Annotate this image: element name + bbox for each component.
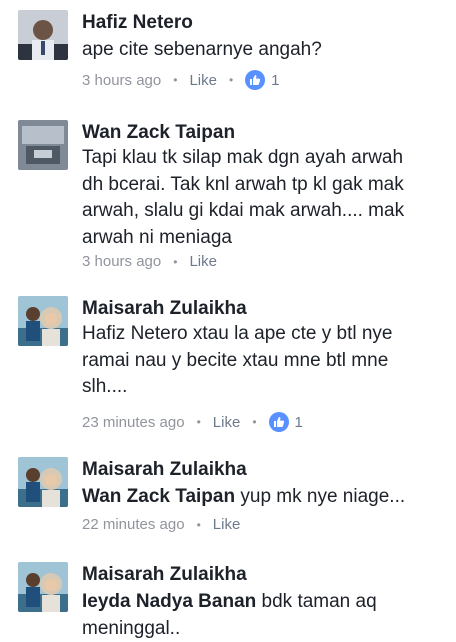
- comment-meta: 23 minutes ago • Like • 1: [82, 412, 303, 432]
- like-button[interactable]: Like: [213, 414, 241, 431]
- avatar[interactable]: [18, 120, 68, 170]
- comment-author[interactable]: Maisarah Zulaikha: [82, 564, 247, 586]
- comment-author[interactable]: Maisarah Zulaikha: [82, 298, 247, 320]
- comment-text: Tapi klau tk silap mak dgn ayah arwah dh…: [82, 145, 442, 251]
- separator-dot: •: [252, 415, 256, 429]
- comment-text-line: ramai nau y becite xtau mne btl mne: [82, 348, 442, 375]
- comment-text: Hafiz Netero xtau la ape cte y btl nye r…: [82, 321, 442, 401]
- like-count[interactable]: 1: [271, 72, 279, 89]
- avatar[interactable]: [18, 296, 68, 346]
- mention-link[interactable]: Wan Zack Taipan: [82, 486, 235, 507]
- separator-dot: •: [197, 415, 201, 429]
- avatar[interactable]: [18, 10, 68, 60]
- comment-text-line: Tapi klau tk silap mak dgn ayah arwah: [82, 145, 442, 172]
- avatar[interactable]: [18, 457, 68, 507]
- comment-meta: 22 minutes ago • Like: [82, 516, 240, 533]
- comment-timestamp[interactable]: 3 hours ago: [82, 253, 161, 270]
- like-button[interactable]: Like: [189, 72, 217, 89]
- like-button[interactable]: Like: [213, 516, 241, 533]
- thumbs-up-icon[interactable]: [269, 412, 289, 432]
- comment-text-line: meninggal..: [82, 616, 442, 642]
- thumbs-up-icon[interactable]: [245, 70, 265, 90]
- comment-text-line: arwah ni meniaga: [82, 225, 442, 252]
- mention-link[interactable]: Ieyda Nadya Banan: [82, 591, 256, 612]
- comment-text-line: Ieyda Nadya Banan bdk taman aq: [82, 589, 442, 616]
- comment-author[interactable]: Maisarah Zulaikha: [82, 459, 247, 481]
- comment-timestamp[interactable]: 3 hours ago: [82, 72, 161, 89]
- comment-text-body: yup mk nye niage...: [235, 486, 405, 507]
- separator-dot: •: [173, 73, 177, 87]
- comment-meta: 3 hours ago • Like: [82, 253, 217, 270]
- comment-timestamp[interactable]: 23 minutes ago: [82, 414, 185, 431]
- comment-text-body: bdk taman aq: [256, 591, 376, 612]
- like-button[interactable]: Like: [189, 253, 217, 270]
- comment-text-line: Hafiz Netero xtau la ape cte y btl nye: [82, 321, 442, 348]
- separator-dot: •: [229, 73, 233, 87]
- comment-text: Wan Zack Taipan yup mk nye niage...: [82, 484, 442, 511]
- comment-author[interactable]: Hafiz Netero: [82, 12, 193, 34]
- avatar[interactable]: [18, 562, 68, 612]
- separator-dot: •: [197, 518, 201, 532]
- comment-timestamp[interactable]: 22 minutes ago: [82, 516, 185, 533]
- comment-text-line: dh bcerai. Tak knl arwah tp kl gak mak: [82, 172, 442, 199]
- comment-author[interactable]: Wan Zack Taipan: [82, 122, 235, 144]
- comment-text: ape cite sebenarnye angah?: [82, 37, 442, 64]
- separator-dot: •: [173, 255, 177, 269]
- comment-text-line: arwah, slalu gi kdai mak arwah.... mak: [82, 198, 442, 225]
- comment-meta: 3 hours ago • Like • 1: [82, 70, 280, 90]
- comment-text: Ieyda Nadya Banan bdk taman aq meninggal…: [82, 589, 442, 642]
- like-count[interactable]: 1: [295, 414, 303, 431]
- comment-text-line: slh....: [82, 374, 442, 401]
